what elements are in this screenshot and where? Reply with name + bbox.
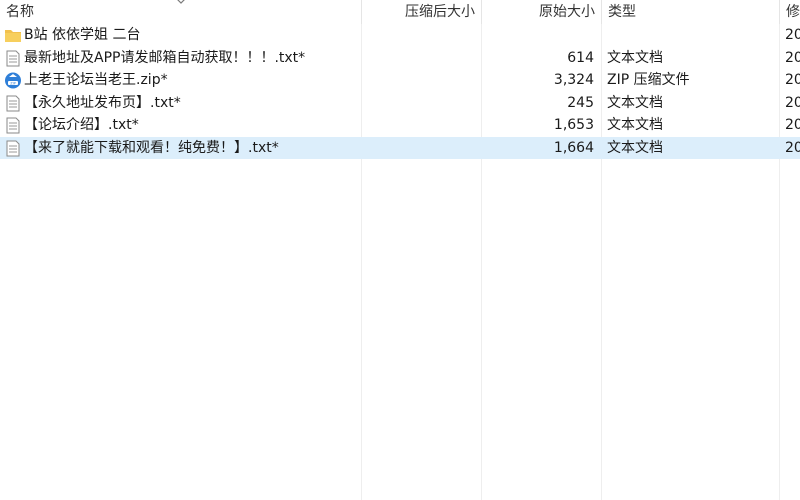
name-cell: 最新地址及APP请发邮箱自动获取！！！.txt* xyxy=(2,47,358,70)
header-modified[interactable]: 修 xyxy=(780,0,800,24)
text-document-icon xyxy=(6,117,20,134)
text-document-icon xyxy=(6,50,20,66)
original-size-cell: 3,324 xyxy=(553,72,594,88)
table-row[interactable]: ZIP 上老王论坛当老王.zip* 3,324 ZIP 压缩文件 20 xyxy=(0,69,800,92)
header-modified-label: 修 xyxy=(786,4,800,20)
table-row[interactable]: 【永久地址发布页】.txt* 245 文本文档 20 xyxy=(0,92,800,115)
original-size-cell: 245 xyxy=(567,94,594,111)
text-document-icon xyxy=(6,140,20,156)
header-compressed-size[interactable]: 压缩后大小 xyxy=(362,0,481,24)
original-size-cell: 1,664 xyxy=(553,139,594,156)
zip-archive-icon: ZIP xyxy=(5,72,21,89)
table-row[interactable]: B站 依依学姐 二台 20 xyxy=(0,24,800,47)
compressed-size-cell xyxy=(362,114,480,137)
modified-cell: 20 xyxy=(785,27,800,43)
original-size-cell: 1,653 xyxy=(553,117,594,133)
table-row[interactable]: 最新地址及APP请发邮箱自动获取！！！.txt* 614 文本文档 20 xyxy=(0,47,800,70)
type-cell: 文本文档 xyxy=(607,94,663,111)
archive-file-list: 名称 压缩后大小 原始大小 类型 修 B站 依依学姐 二台 20 最新地址及AP… xyxy=(0,0,800,500)
table-row-selected[interactable]: 【来了就能下载和观看！纯免费！】.txt* 1,664 文本文档 20 xyxy=(0,136,800,160)
file-rows: B站 依依学姐 二台 20 最新地址及APP请发邮箱自动获取！！！.txt* 6… xyxy=(0,24,800,159)
original-size-cell xyxy=(482,24,600,47)
column-header-bar: 名称 压缩后大小 原始大小 类型 修 xyxy=(0,0,800,24)
header-compressed-size-label: 压缩后大小 xyxy=(405,4,475,20)
type-cell: 文本文档 xyxy=(607,139,663,156)
file-name: 最新地址及APP请发邮箱自动获取！！！.txt* xyxy=(24,49,306,66)
header-name-label: 名称 xyxy=(6,4,34,20)
type-cell xyxy=(602,24,778,47)
name-cell: 【永久地址发布页】.txt* xyxy=(2,92,358,115)
modified-cell: 20 xyxy=(785,139,800,156)
table-row[interactable]: 【论坛介绍】.txt* 1,653 文本文档 20 xyxy=(0,114,800,137)
file-name: B站 依依学姐 二台 xyxy=(24,27,141,43)
text-document-icon xyxy=(6,95,20,111)
compressed-size-cell xyxy=(362,69,480,92)
header-type[interactable]: 类型 xyxy=(602,0,779,24)
header-original-size[interactable]: 原始大小 xyxy=(482,0,601,24)
modified-cell: 20 xyxy=(785,49,800,66)
compressed-size-cell xyxy=(362,137,480,160)
type-cell: 文本文档 xyxy=(607,117,663,133)
header-original-size-label: 原始大小 xyxy=(539,4,595,20)
name-cell: ZIP 上老王论坛当老王.zip* xyxy=(2,69,358,92)
compressed-size-cell xyxy=(362,92,480,115)
compressed-size-cell xyxy=(362,47,480,70)
name-cell: 【来了就能下载和观看！纯免费！】.txt* xyxy=(2,137,358,160)
file-name: 【论坛介绍】.txt* xyxy=(24,117,139,133)
compressed-size-cell xyxy=(362,24,480,47)
modified-cell: 20 xyxy=(785,72,800,88)
folder-icon xyxy=(5,30,21,42)
file-name: 【来了就能下载和观看！纯免费！】.txt* xyxy=(24,139,279,156)
sort-descending-icon xyxy=(177,0,185,4)
original-size-cell: 614 xyxy=(567,49,594,66)
name-cell: B站 依依学姐 二台 xyxy=(2,24,358,47)
modified-cell: 20 xyxy=(785,94,800,111)
header-type-label: 类型 xyxy=(608,4,636,20)
modified-cell: 20 xyxy=(785,117,800,133)
name-cell: 【论坛介绍】.txt* xyxy=(2,114,358,137)
type-cell: ZIP 压缩文件 xyxy=(607,72,690,88)
svg-text:ZIP: ZIP xyxy=(10,81,16,85)
header-name[interactable]: 名称 xyxy=(0,0,361,24)
type-cell: 文本文档 xyxy=(607,49,663,66)
file-name: 上老王论坛当老王.zip* xyxy=(24,72,168,88)
file-name: 【永久地址发布页】.txt* xyxy=(24,94,181,111)
